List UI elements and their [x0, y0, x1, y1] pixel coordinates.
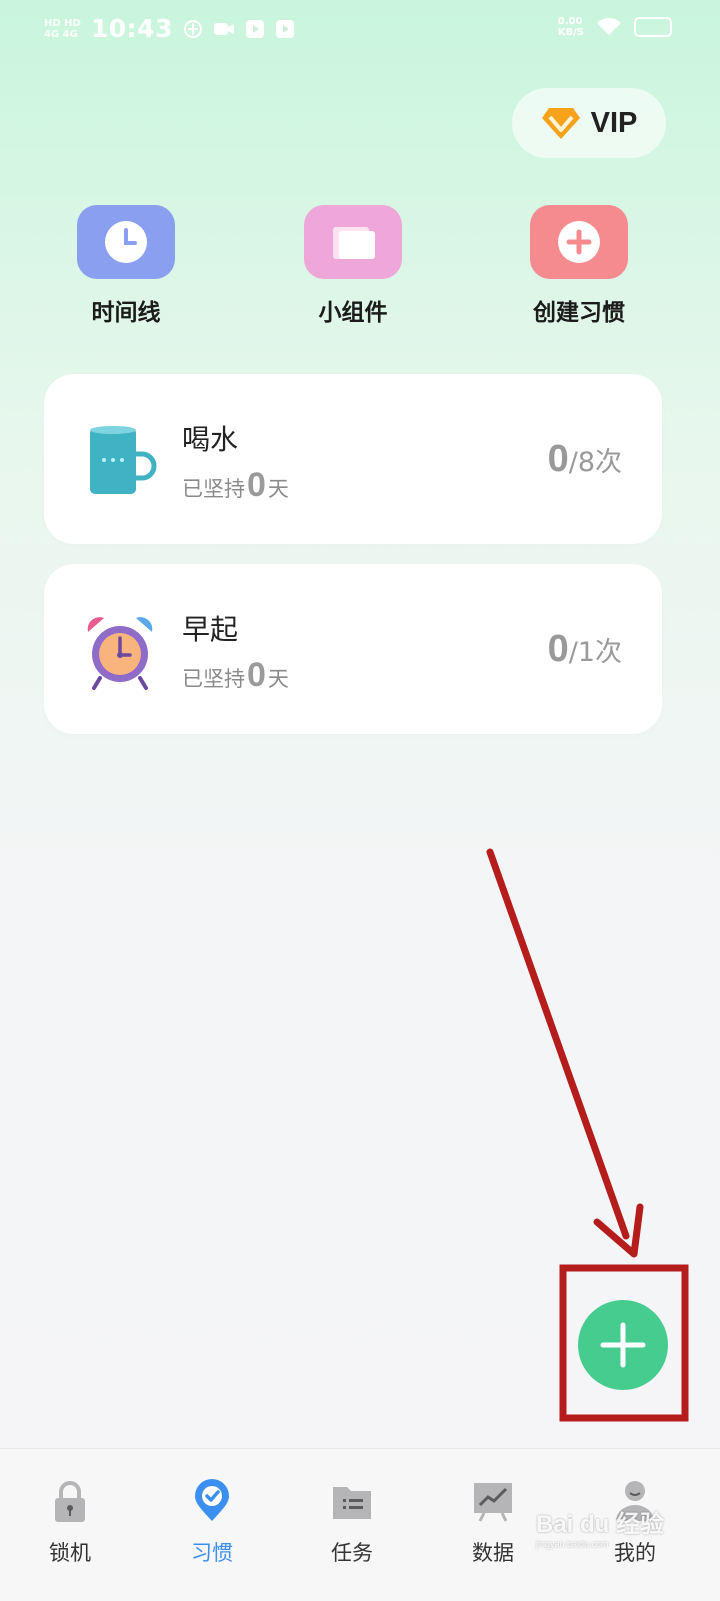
streak-days: 0 — [247, 656, 266, 694]
widget-icon — [333, 227, 375, 259]
plus-icon — [558, 221, 600, 263]
nav-item-lock[interactable]: 锁机 — [20, 1479, 120, 1567]
status-bar: HD HD 4G 4G 10:43 0.00 KB/S — [0, 0, 720, 56]
nav-label: 习惯 — [191, 1541, 233, 1565]
annotation-arrow-line — [486, 848, 630, 1240]
timeline-button[interactable] — [77, 205, 175, 279]
carrier-label-top: HD HD — [44, 17, 81, 29]
streak-suffix: 天 — [267, 477, 289, 501]
streak-days: 0 — [247, 466, 266, 504]
habit-progress[interactable]: 0 /1次 — [548, 628, 622, 671]
carrier-label-bottom: 4G 4G — [44, 28, 78, 40]
battery-icon — [634, 17, 672, 37]
video-notification-icon — [213, 22, 234, 35]
annotation-arrow-head — [593, 1203, 644, 1258]
plus-icon — [600, 1322, 646, 1368]
network-speed-value: 0.00 — [557, 16, 583, 27]
streak-suffix: 天 — [267, 667, 289, 691]
habit-streak: 已坚持 0 天 — [182, 656, 289, 695]
quick-action-widget[interactable]: 小组件 — [273, 205, 433, 327]
quick-action-timeline[interactable]: 时间线 — [46, 205, 206, 327]
habit-check-icon — [195, 1479, 229, 1521]
nav-label: 锁机 — [49, 1541, 91, 1565]
progress-total: /1次 — [568, 637, 622, 668]
status-time: 10:43 — [90, 14, 173, 43]
status-left: HD HD 4G 4G 10:43 — [44, 14, 295, 43]
widget-button[interactable] — [304, 205, 402, 279]
cup-icon — [90, 426, 157, 494]
vip-button[interactable]: VIP — [512, 88, 666, 158]
quick-action-label: 时间线 — [91, 300, 161, 326]
add-habit-fab[interactable] — [578, 1300, 668, 1390]
network-speed-unit: KB/S — [557, 27, 584, 38]
create-habit-button[interactable] — [530, 205, 628, 279]
play-notification-icon — [245, 19, 264, 38]
streak-prefix: 已坚持 — [182, 477, 245, 501]
vip-label: VIP — [590, 106, 638, 139]
nav-label: 数据 — [472, 1541, 514, 1565]
quick-action-label: 小组件 — [318, 300, 388, 326]
habit-card-wake-early[interactable]: 早起 已坚持 0 天 0 /1次 — [44, 564, 662, 734]
status-right: 0.00 KB/S — [558, 16, 672, 38]
habit-card-drink-water[interactable]: 喝水 已坚持 0 天 0 /8次 — [44, 374, 662, 544]
nav-item-habit[interactable]: 习惯 — [162, 1479, 262, 1567]
carrier-info: HD HD 4G 4G — [44, 18, 81, 40]
lock-icon — [55, 1481, 85, 1522]
diamond-icon — [541, 108, 580, 139]
habit-streak: 已坚持 0 天 — [182, 466, 289, 505]
nav-item-data[interactable]: 数据 — [443, 1479, 543, 1567]
chart-icon — [474, 1483, 512, 1522]
nav-item-task[interactable]: 任务 — [302, 1479, 402, 1567]
progress-total: /8次 — [568, 447, 622, 478]
progress-done: 0 — [547, 628, 569, 670]
watermark-main: Bai du 经验 — [536, 1511, 665, 1538]
alarm-clock-icon — [87, 617, 153, 690]
baidu-watermark: Bai du 经验 jingyan.baidu.com — [536, 1504, 676, 1574]
quick-action-create-habit[interactable]: 创建习惯 — [499, 205, 659, 327]
app-notification-icon — [183, 19, 202, 38]
habit-progress[interactable]: 0 /8次 — [548, 438, 622, 481]
quick-action-label: 创建习惯 — [533, 300, 625, 326]
habit-title: 早起 — [182, 613, 239, 646]
wifi-icon — [597, 18, 621, 35]
nav-label: 任务 — [331, 1541, 373, 1565]
watermark-sub: jingyan.baidu.com — [536, 1539, 609, 1549]
clock-icon — [105, 221, 147, 263]
network-speed: 0.00 KB/S — [558, 16, 584, 38]
streak-prefix: 已坚持 — [182, 667, 245, 691]
task-list-icon — [333, 1487, 371, 1519]
habit-title: 喝水 — [182, 423, 239, 456]
play-notification-icon-2 — [275, 19, 294, 38]
progress-done: 0 — [547, 438, 569, 480]
